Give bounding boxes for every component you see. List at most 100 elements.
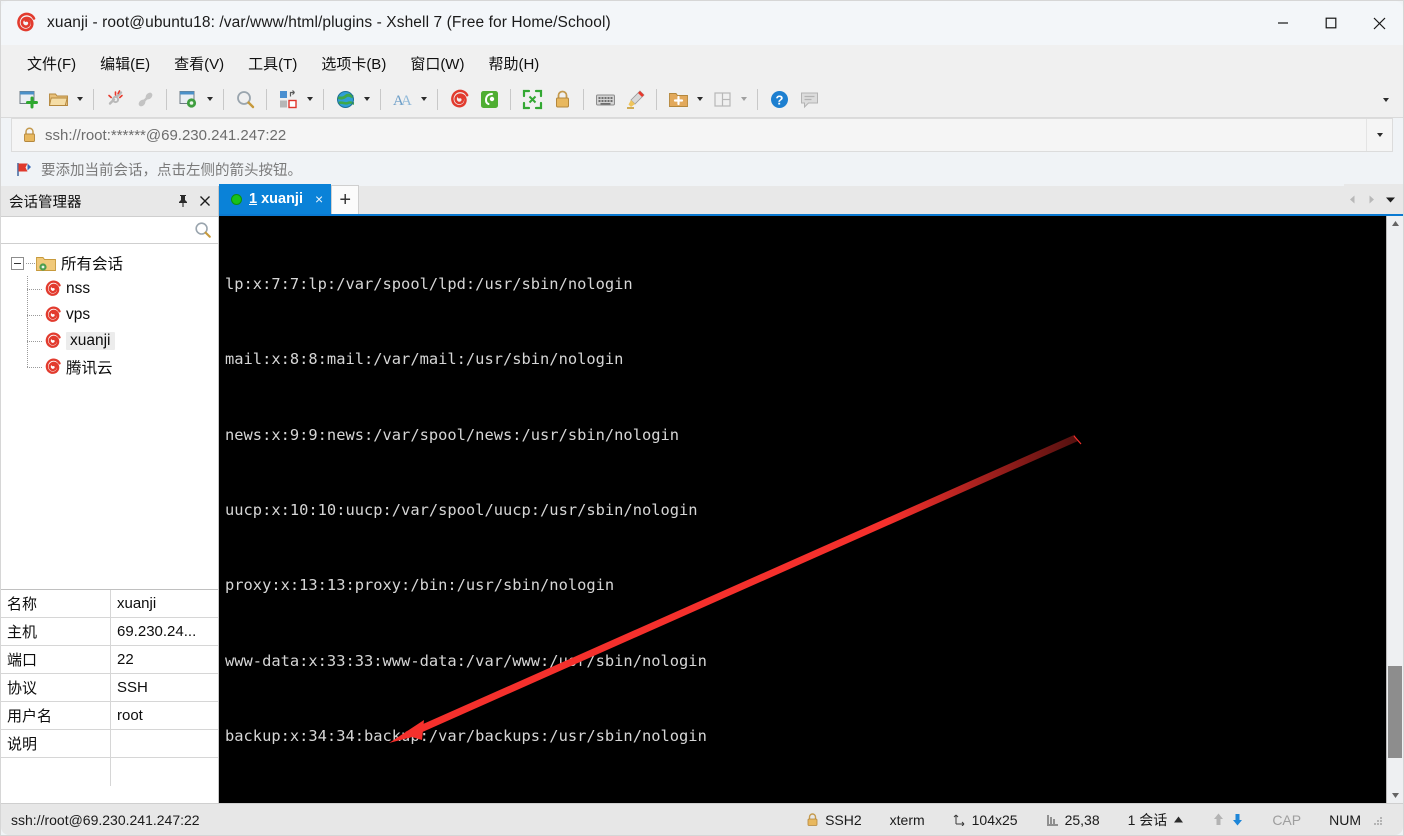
terminal-line: backup:x:34:34:backup:/var/backups:/usr/…	[225, 726, 707, 745]
status-right-group: SSH2 xterm 104x25 25,38 1 会话 CAP NUM	[792, 804, 1397, 836]
session-properties-dropdown[interactable]	[203, 85, 217, 114]
folder-settings-icon	[36, 255, 56, 272]
red-flag-icon	[15, 161, 32, 178]
terminal-output[interactable]: lp:x:7:7:lp:/var/spool/lpd:/usr/sbin/nol…	[219, 216, 1386, 803]
status-transfer	[1198, 812, 1258, 827]
tree-connector	[27, 288, 42, 290]
scroll-up-arrow[interactable]	[1387, 216, 1403, 231]
window-title: xuanji - root@ubuntu18: /var/www/html/pl…	[47, 14, 611, 31]
status-cursor-label: 25,38	[1064, 811, 1100, 828]
keyboard-icon[interactable]	[590, 85, 620, 114]
collapse-toggle[interactable]	[11, 256, 24, 270]
xftp-icon[interactable]	[474, 85, 504, 114]
terminal-line: proxy:x:13:13:proxy:/bin:/usr/sbin/nolog…	[225, 576, 615, 595]
prop-key-protocol: 协议	[1, 674, 111, 701]
table-row: 主机 69.230.24...	[1, 618, 218, 646]
new-tab-button[interactable]: +	[331, 185, 360, 214]
prop-key-port: 端口	[1, 646, 111, 673]
menu-view[interactable]: 查看(V)	[164, 49, 234, 78]
status-size-label: 104x25	[971, 811, 1018, 828]
session-search-box[interactable]	[1, 216, 218, 244]
fullscreen-icon[interactable]	[517, 85, 547, 114]
sidebar-item-tencent-cloud[interactable]: 腾讯云	[1, 354, 218, 380]
file-transfer-dropdown[interactable]	[303, 85, 317, 114]
menu-tabs[interactable]: 选项卡(B)	[311, 49, 396, 78]
open-folder-dropdown[interactable]	[73, 85, 87, 114]
menu-help[interactable]: 帮助(H)	[478, 49, 549, 78]
feedback-icon[interactable]	[794, 85, 824, 114]
menu-edit[interactable]: 编辑(E)	[90, 49, 160, 78]
window-controls	[1259, 1, 1403, 45]
caret-up-icon	[1174, 816, 1184, 823]
table-row: 说明	[1, 730, 218, 758]
status-sessions[interactable]: 1 会话	[1114, 810, 1199, 830]
status-num-label: NUM	[1329, 811, 1361, 828]
address-dropdown-button[interactable]	[1366, 119, 1392, 151]
toolbar-separator	[757, 88, 758, 110]
prop-value-name: xuanji	[117, 595, 157, 612]
toolbar-separator	[93, 88, 94, 110]
highlight-icon[interactable]	[620, 85, 650, 114]
xshell-icon[interactable]	[444, 85, 474, 114]
tree-connector	[27, 366, 42, 368]
menu-tools[interactable]: 工具(T)	[238, 49, 307, 78]
open-folder-icon[interactable]	[43, 85, 73, 114]
table-row: 用户名 root	[1, 702, 218, 730]
status-size: 104x25	[939, 812, 1032, 828]
disconnect-icon[interactable]	[100, 85, 130, 114]
toolbar-separator	[437, 88, 438, 110]
prop-value-empty	[111, 758, 218, 786]
status-connection: ssh://root@69.230.241.247:22	[11, 811, 200, 828]
toolbar-separator	[223, 88, 224, 110]
new-folder-dropdown[interactable]	[693, 85, 707, 114]
sidebar-item-vps[interactable]: vps	[1, 302, 218, 328]
minimize-button[interactable]	[1259, 1, 1307, 45]
terminal-line: mail:x:8:8:mail:/var/mail:/usr/sbin/nolo…	[225, 350, 624, 369]
font-icon[interactable]: A A	[387, 85, 417, 114]
lock-icon[interactable]	[547, 85, 577, 114]
maximize-button[interactable]	[1307, 1, 1355, 45]
tab-close-icon[interactable]: ×	[315, 191, 323, 207]
session-icon	[44, 306, 62, 324]
table-row: 名称 xuanji	[1, 590, 218, 618]
sidebar-item-nss[interactable]: nss	[1, 276, 218, 302]
status-cursor: 25,38	[1032, 812, 1114, 828]
session-tree: 所有会话 nss vps xuanji 腾讯云	[1, 244, 218, 589]
globe-dropdown[interactable]	[360, 85, 374, 114]
session-properties-icon[interactable]	[173, 85, 203, 114]
scroll-down-arrow[interactable]	[1387, 788, 1403, 803]
chevron-left-icon[interactable]	[1344, 188, 1361, 210]
sidebar-item-xuanji[interactable]: xuanji	[1, 328, 218, 354]
tree-node-all-sessions[interactable]: 所有会话	[1, 250, 218, 276]
scrollbar-thumb[interactable]	[1388, 666, 1402, 758]
new-folder-icon[interactable]	[663, 85, 693, 114]
terminal-container: lp:x:7:7:lp:/var/spool/lpd:/usr/sbin/nol…	[219, 216, 1403, 803]
help-icon[interactable]: ?	[764, 85, 794, 114]
layout-icon[interactable]	[707, 85, 737, 114]
find-icon[interactable]	[230, 85, 260, 114]
globe-icon[interactable]	[330, 85, 360, 114]
search-input[interactable]	[1, 222, 194, 238]
status-bar: ssh://root@69.230.241.247:22 SSH2 xterm …	[1, 803, 1403, 835]
tree-connector	[26, 262, 35, 264]
reconnect-icon[interactable]	[130, 85, 160, 114]
layout-dropdown[interactable]	[737, 85, 751, 114]
new-session-icon[interactable]	[13, 85, 43, 114]
close-icon[interactable]	[196, 191, 214, 211]
search-icon[interactable]	[194, 221, 212, 239]
close-button[interactable]	[1355, 1, 1403, 45]
menu-file[interactable]: 文件(F)	[17, 49, 86, 78]
chevron-right-icon[interactable]	[1363, 188, 1380, 210]
menu-bar: 文件(F) 编辑(E) 查看(V) 工具(T) 选项卡(B) 窗口(W) 帮助(…	[1, 45, 1403, 81]
tab-xuanji[interactable]: 1 xuanji ×	[219, 184, 332, 214]
font-dropdown[interactable]	[417, 85, 431, 114]
prop-key-empty	[1, 758, 111, 786]
toolbar-overflow-button[interactable]	[1375, 81, 1397, 118]
address-bar[interactable]: ssh://root:******@69.230.241.247:22	[11, 118, 1393, 152]
file-transfer-icon[interactable]	[273, 85, 303, 114]
table-row: 协议 SSH	[1, 674, 218, 702]
menu-window[interactable]: 窗口(W)	[400, 49, 474, 78]
tab-list-icon[interactable]	[1382, 188, 1399, 210]
pin-icon[interactable]	[174, 191, 192, 211]
terminal-scrollbar[interactable]	[1386, 216, 1403, 803]
